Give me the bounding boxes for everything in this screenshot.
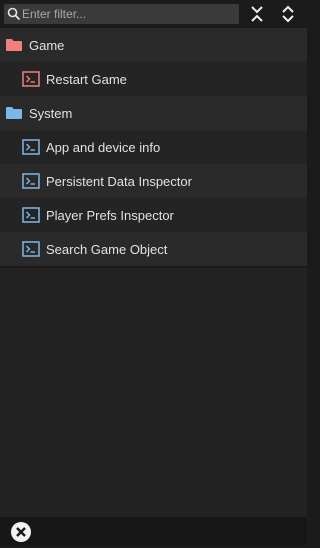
folder-icon <box>6 107 22 119</box>
search-icon <box>7 7 21 21</box>
folder-icon <box>6 39 22 51</box>
close-icon <box>11 522 31 542</box>
command-label: App and device info <box>46 140 161 155</box>
collapse-all-button[interactable] <box>277 3 299 25</box>
command-label: Restart Game <box>46 72 127 87</box>
collapse-all-icon <box>282 5 294 23</box>
terminal-icon <box>22 139 40 155</box>
category-label: System <box>29 106 73 121</box>
expand-all-button[interactable] <box>246 3 268 25</box>
category-label: Game <box>29 38 65 53</box>
terminal-icon <box>22 173 40 189</box>
bottom-bar <box>0 517 307 546</box>
command-label: Player Prefs Inspector <box>46 208 174 223</box>
terminal-icon <box>22 71 40 87</box>
terminal-icon <box>22 207 40 223</box>
category-game[interactable]: Game <box>0 28 307 62</box>
category-system[interactable]: System <box>0 96 307 130</box>
command-tree: Game Restart Game System App and device … <box>0 28 307 268</box>
search-input[interactable] <box>22 4 236 24</box>
command-restart-game[interactable]: Restart Game <box>0 62 307 96</box>
terminal-icon <box>22 241 40 257</box>
command-label: Search Game Object <box>46 242 168 257</box>
command-search-game-object[interactable]: Search Game Object <box>0 232 307 266</box>
expand-all-icon <box>251 6 263 22</box>
close-button[interactable] <box>10 521 32 543</box>
command-persistent-data-inspector[interactable]: Persistent Data Inspector <box>0 164 307 198</box>
command-player-prefs-inspector[interactable]: Player Prefs Inspector <box>0 198 307 232</box>
command-app-device-info[interactable]: App and device info <box>0 130 307 164</box>
command-label: Persistent Data Inspector <box>46 174 192 189</box>
empty-list-area <box>0 268 307 517</box>
search-box[interactable] <box>4 4 239 24</box>
top-toolbar <box>0 0 307 28</box>
